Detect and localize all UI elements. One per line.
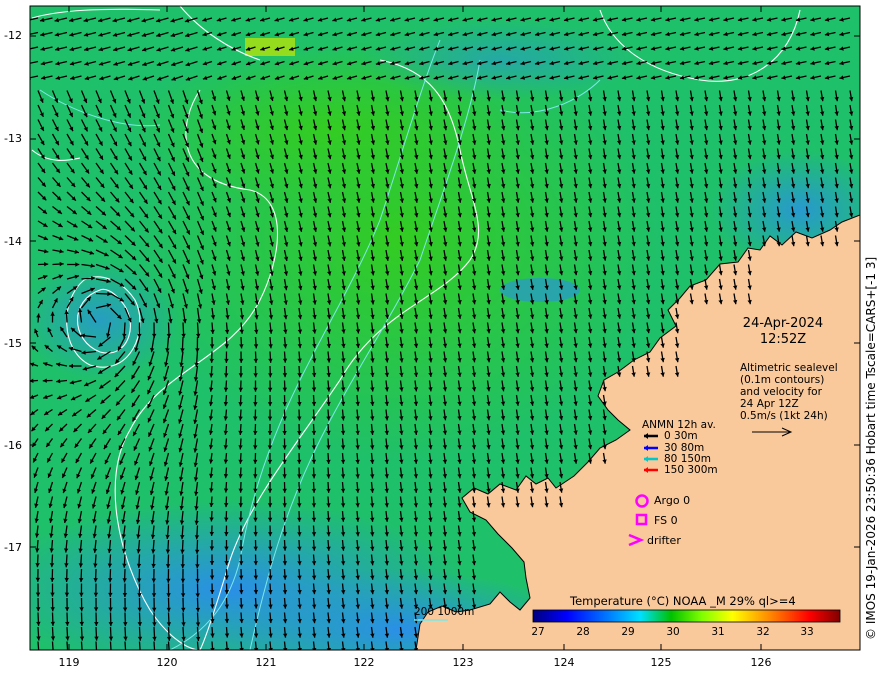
legend-row-label: 150 300m	[664, 464, 718, 476]
cool-patch	[500, 278, 580, 302]
colorbar-tick-label: 30	[666, 626, 680, 638]
drifter-label: drifter	[647, 534, 681, 547]
lat-tick-label: -15	[4, 337, 22, 350]
colorbar-tick-label: 28	[576, 626, 590, 638]
velocity-arrow	[225, 641, 228, 650]
velocity-arrow	[95, 641, 98, 650]
velocity-arrowhead	[80, 651, 84, 655]
colorbar-tick-label: 33	[800, 626, 814, 638]
map-datetime: 24-Apr-2024 12:52Z	[718, 316, 848, 348]
altimetry-note-line: Altimetric sealevel	[740, 362, 838, 374]
lon-tick-label: 121	[255, 656, 277, 669]
lat-tick-label: -12	[4, 29, 22, 42]
velocity-arrowhead	[196, 651, 200, 655]
velocity-arrowhead	[167, 651, 171, 655]
cool-region-top	[360, 20, 640, 100]
velocity-arrowhead	[182, 651, 186, 655]
velocity-arrow	[109, 641, 112, 650]
colorbar-title: Temperature (°C) NOAA _M 29% ql>=4	[570, 594, 796, 608]
colorbar-tick-label: 31	[711, 626, 725, 638]
legend-row-label: 0 30m	[664, 430, 698, 442]
colorbar-tick-label: 29	[621, 626, 635, 638]
velocity-arrowhead	[123, 651, 127, 655]
fs-label: FS 0	[654, 514, 678, 527]
lon-tick-label: 120	[156, 656, 178, 669]
altimetry-note-line: 0.5m/s (1kt 24h)	[740, 410, 828, 422]
lat-tick-label: -13	[4, 132, 22, 145]
velocity-arrow	[138, 641, 141, 650]
lon-tick-label: 124	[553, 656, 575, 669]
lat-tick-label: -17	[4, 541, 22, 554]
argo-label: Argo 0	[654, 494, 691, 507]
velocity-arrow	[66, 641, 69, 650]
lat-tick-label: -14	[4, 235, 22, 248]
credit-text: © IMOS 19-Jan-2026 23:50:36 Hobart time …	[864, 256, 878, 640]
velocity-arrowhead	[51, 651, 55, 655]
time-label: 12:52Z	[759, 332, 807, 347]
lon-tick-label: 119	[58, 656, 80, 669]
velocity-arrow	[124, 641, 127, 650]
depth-contour-label: 200 1000m	[414, 606, 475, 618]
colorbar-tick-label: 27	[531, 626, 545, 638]
velocity-arrow	[211, 641, 214, 650]
altimetry-note-line: and velocity for	[740, 386, 822, 398]
velocity-arrowhead	[109, 651, 113, 655]
lon-tick-label: 125	[650, 656, 672, 669]
velocity-arrowhead	[26, 18, 30, 22]
velocity-arrowhead	[30, 36, 31, 37]
velocity-arrowhead	[65, 651, 69, 655]
velocity-arrowhead	[37, 651, 41, 655]
altimetry-note-line: (0.1m contours)	[740, 374, 825, 386]
colorbar-tick-label: 32	[756, 626, 770, 638]
altimetry-note: Altimetric sealevel (0.1m contours) and …	[740, 362, 855, 422]
velocity-arrow	[153, 641, 156, 650]
lon-tick-label: 126	[750, 656, 772, 669]
date-label: 24-Apr-2024	[742, 316, 824, 331]
velocity-arrow	[51, 641, 54, 650]
velocity-arrowhead	[153, 651, 157, 655]
lat-tick-label: -16	[4, 439, 22, 452]
velocity-arrowhead	[138, 651, 142, 655]
temperature-colorbar	[532, 609, 841, 623]
velocity-arrow	[80, 641, 83, 650]
lon-tick-label: 123	[452, 656, 474, 669]
lon-tick-label: 122	[353, 656, 375, 669]
velocity-arrowhead	[94, 651, 98, 655]
altimetry-note-line: 24 Apr 12Z	[740, 398, 799, 410]
